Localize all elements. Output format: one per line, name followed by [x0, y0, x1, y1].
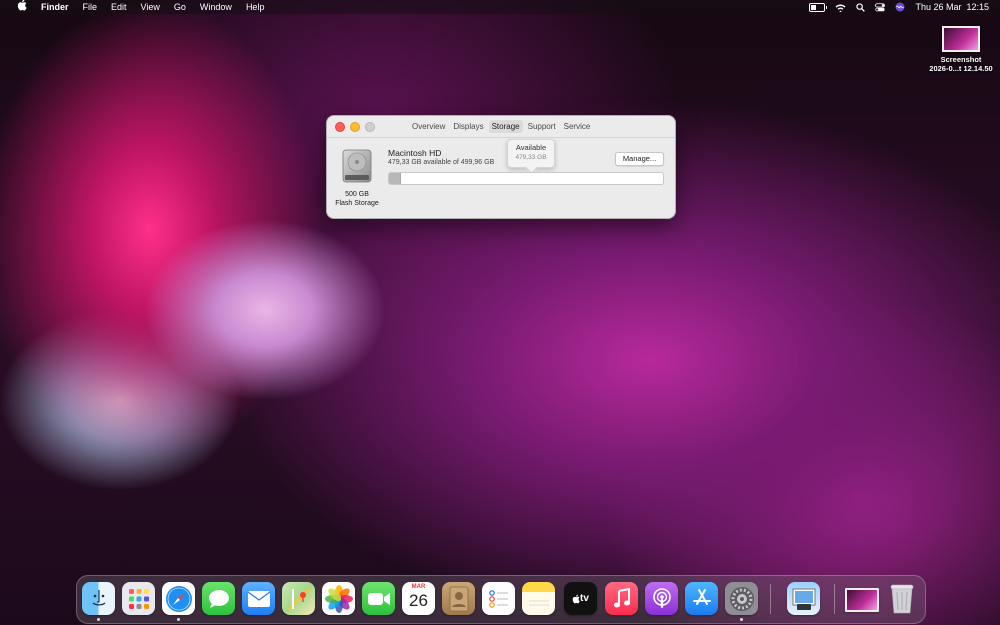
calendar-day: 26: [409, 591, 428, 610]
siri-icon[interactable]: [895, 2, 905, 12]
hard-drive-icon: [342, 149, 372, 183]
desktop-file-label-line2: 2026-0...t 12.14.50: [929, 64, 993, 73]
contacts-icon: [449, 586, 468, 611]
menu-go[interactable]: Go: [167, 0, 193, 14]
trash-icon: [890, 584, 913, 613]
dock-maps[interactable]: [282, 582, 315, 615]
tab-storage[interactable]: Storage: [488, 120, 523, 133]
calendar-month: MAR: [411, 584, 426, 590]
gear-icon: [729, 586, 754, 611]
mail-envelope-icon: [247, 590, 270, 607]
storage-used-segment: [389, 173, 402, 184]
manage-button[interactable]: Manage...: [615, 152, 664, 166]
battery-icon[interactable]: [809, 2, 828, 12]
dock-launchpad[interactable]: [122, 582, 155, 615]
search-icon[interactable]: [856, 2, 866, 12]
apple-icon: [17, 0, 27, 11]
music-note-icon: [613, 587, 630, 607]
close-button[interactable]: [335, 122, 345, 132]
dock-safari[interactable]: [162, 582, 195, 615]
dock-separator-2: [834, 584, 835, 614]
disk-capacity-label: 500 GB Flash Storage: [327, 190, 387, 208]
dock-reminders[interactable]: [482, 582, 515, 615]
safari-compass-icon: [165, 585, 192, 612]
maps-icon: [287, 587, 310, 610]
desktop-screenshot-file[interactable]: Screenshot 2026-0...t 12.14.50: [925, 26, 997, 73]
menu-edit[interactable]: Edit: [104, 0, 134, 14]
tooltip-title: Available: [515, 143, 547, 152]
facetime-camera-icon: [367, 592, 390, 605]
app-store-icon: [692, 588, 711, 605]
preview-icon: [792, 588, 815, 610]
dock: MAR 26 tv: [76, 575, 926, 624]
dock-screenshot-stack[interactable]: [845, 588, 879, 612]
dock-facetime[interactable]: [362, 582, 395, 615]
volume-name: Macintosh HD: [388, 148, 442, 158]
dock-calendar[interactable]: MAR 26: [402, 582, 435, 615]
reminders-list-icon: [488, 589, 508, 608]
finder-icon: [92, 589, 105, 606]
tooltip-value: 479,33 GB: [515, 154, 547, 161]
about-this-mac-window: Overview Displays Storage Support Servic…: [326, 115, 676, 219]
disk-type: Flash Storage: [335, 200, 379, 207]
storage-usage-bar[interactable]: [388, 172, 664, 185]
minimize-button[interactable]: [350, 122, 360, 132]
zoom-button: [365, 122, 375, 132]
dock-photos[interactable]: [322, 582, 355, 615]
dock-preview[interactable]: [787, 582, 820, 615]
menu-view[interactable]: View: [134, 0, 167, 14]
photos-flower-icon: [324, 584, 353, 613]
disk-capacity: 500 GB: [345, 191, 369, 198]
menu-file[interactable]: File: [76, 0, 105, 14]
menu-window[interactable]: Window: [193, 0, 239, 14]
tab-service[interactable]: Service: [561, 120, 594, 133]
screenshot-thumbnail: [942, 26, 980, 52]
dock-app-store[interactable]: [685, 582, 718, 615]
app-menu-finder[interactable]: Finder: [34, 0, 76, 14]
dock-mail[interactable]: [242, 582, 275, 615]
finder-running-indicator: [97, 618, 100, 621]
dock-separator: [770, 584, 771, 614]
dock-podcasts[interactable]: [645, 582, 678, 615]
apple-tv-icon: [572, 594, 580, 603]
wifi-icon[interactable]: [835, 3, 846, 12]
dock-finder[interactable]: [82, 582, 115, 615]
apple-menu[interactable]: [10, 0, 34, 15]
launchpad-icon: [128, 588, 149, 609]
tv-label: tv: [580, 593, 589, 604]
notes-icon: [528, 600, 549, 605]
menu-bar: Finder File Edit View Go Window Help Thu…: [0, 0, 1000, 14]
dock-contacts[interactable]: [442, 582, 475, 615]
available-tooltip: Available 479,33 GB: [507, 139, 555, 168]
dock-music[interactable]: [605, 582, 638, 615]
desktop-file-label-line1: Screenshot: [940, 55, 982, 64]
dock-system-preferences[interactable]: [725, 582, 758, 615]
control-center-icon[interactable]: [875, 2, 886, 12]
dock-tv[interactable]: tv: [564, 582, 597, 615]
dock-trash[interactable]: [885, 582, 918, 615]
dock-messages[interactable]: [202, 582, 235, 615]
system-preferences-running-indicator: [740, 618, 743, 621]
window-titlebar[interactable]: Overview Displays Storage Support Servic…: [327, 116, 675, 138]
menu-help[interactable]: Help: [239, 0, 272, 14]
podcasts-icon: [652, 587, 671, 608]
menubar-clock[interactable]: Thu 26 Mar 12:15: [915, 2, 989, 12]
tab-support[interactable]: Support: [525, 120, 559, 133]
tab-displays[interactable]: Displays: [450, 120, 486, 133]
dock-notes[interactable]: [522, 582, 555, 615]
messages-bubble-icon: [208, 589, 229, 608]
safari-running-indicator: [177, 618, 180, 621]
volume-available: 479,33 GB available of 499,96 GB: [388, 159, 495, 166]
window-tabs: Overview Displays Storage Support Servic…: [409, 120, 593, 133]
tab-overview[interactable]: Overview: [409, 120, 448, 133]
